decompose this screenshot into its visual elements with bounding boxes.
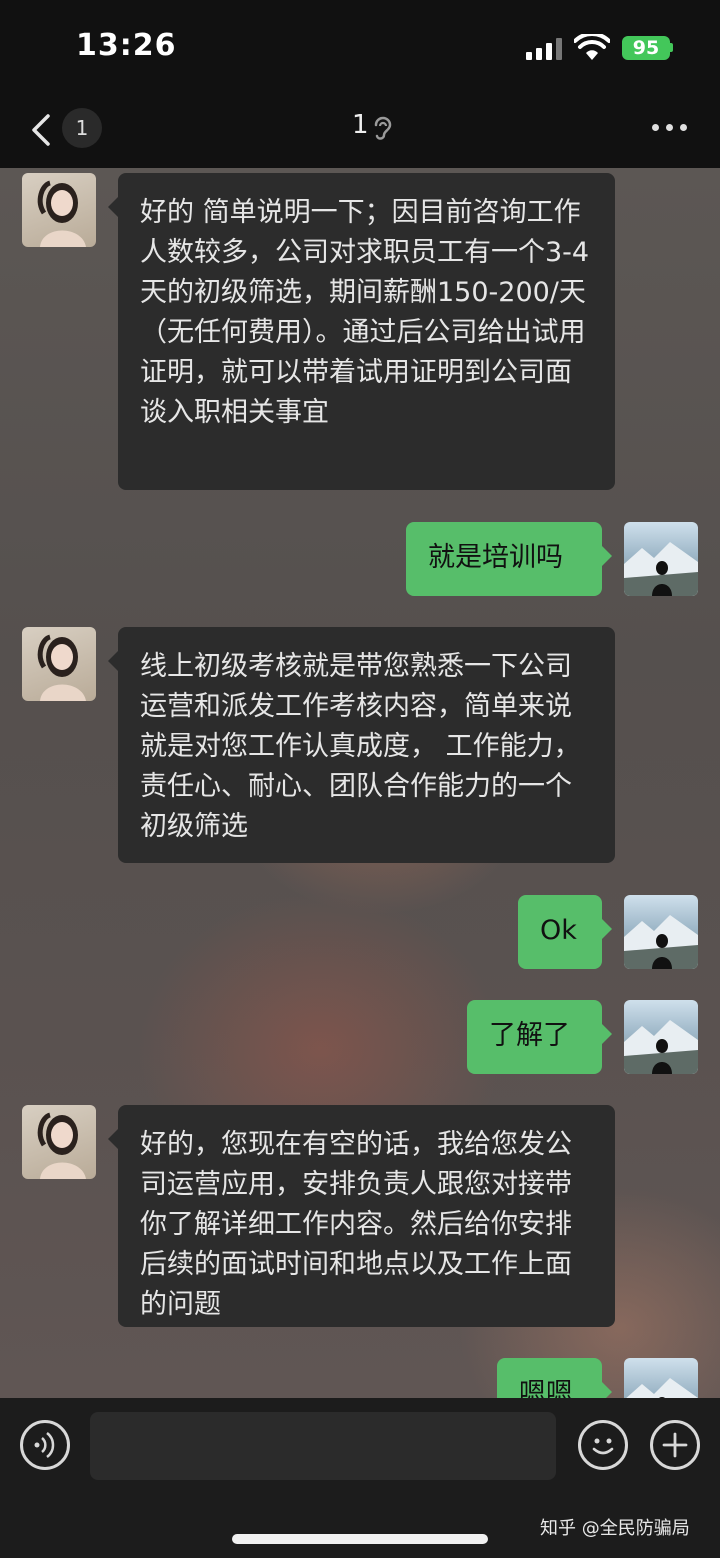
my-avatar-image (624, 1020, 698, 1074)
contact-avatar-image (37, 180, 86, 247)
my-avatar[interactable] (624, 1000, 698, 1074)
contact-avatar[interactable] (22, 173, 96, 247)
my-avatar-image (626, 1378, 698, 1398)
outgoing-message-bubble[interactable]: Ok (518, 895, 612, 969)
chat-header: 1 1 (0, 92, 720, 168)
cellular-signal-icon (526, 38, 564, 60)
ear-icon (374, 116, 392, 140)
input-bar: 知乎 @全民防骗局 (0, 1398, 720, 1558)
outgoing-message-bubble[interactable]: 嗯嗯 (497, 1358, 612, 1398)
wifi-icon (574, 34, 610, 60)
my-avatar-image (624, 915, 698, 969)
contact-avatar[interactable] (22, 1105, 96, 1179)
unread-count-badge[interactable]: 1 (62, 108, 102, 148)
voice-icon[interactable] (20, 1420, 70, 1470)
my-avatar[interactable] (624, 895, 698, 969)
watermark: 知乎 @全民防骗局 (540, 1518, 690, 1539)
outgoing-message-bubble[interactable]: 了解了 (467, 1000, 612, 1074)
contact-avatar-image (37, 634, 86, 701)
contact-avatar[interactable] (22, 627, 96, 701)
incoming-message-bubble[interactable]: 线上初级考核就是带您熟悉一下公司运营和派发工作考核内容，简单来说就是对您工作认真… (108, 627, 615, 863)
chevron-left-icon[interactable] (26, 110, 56, 150)
message-list[interactable]: 好的 简单说明一下；因目前咨询工作人数较多，公司对求职员工有一个3-4天的初级筛… (0, 168, 720, 1398)
chat-title: 1 (352, 110, 369, 140)
emoji-icon[interactable] (578, 1420, 628, 1470)
battery-icon: 95 (622, 36, 670, 60)
my-avatar[interactable] (624, 1358, 698, 1398)
more-dots-icon[interactable] (652, 122, 688, 134)
my-avatar-image (624, 542, 698, 596)
battery-cap (670, 43, 673, 52)
outgoing-message-bubble[interactable]: 就是培训吗 (406, 522, 612, 596)
incoming-message-bubble[interactable]: 好的 简单说明一下；因目前咨询工作人数较多，公司对求职员工有一个3-4天的初级筛… (108, 173, 615, 490)
clock: 13:26 (76, 28, 177, 63)
home-indicator[interactable] (232, 1534, 488, 1544)
incoming-message-bubble[interactable]: 好的，您现在有空的话，我给您发公司运营应用，安排负责人跟您对接带你了解详细工作内… (108, 1105, 615, 1327)
contact-avatar-image (37, 1112, 86, 1179)
message-input[interactable] (90, 1412, 556, 1480)
battery-level: 95 (632, 37, 660, 59)
my-avatar[interactable] (624, 522, 698, 596)
plus-icon[interactable] (650, 1420, 700, 1470)
status-bar: 13:26 95 (0, 0, 720, 92)
